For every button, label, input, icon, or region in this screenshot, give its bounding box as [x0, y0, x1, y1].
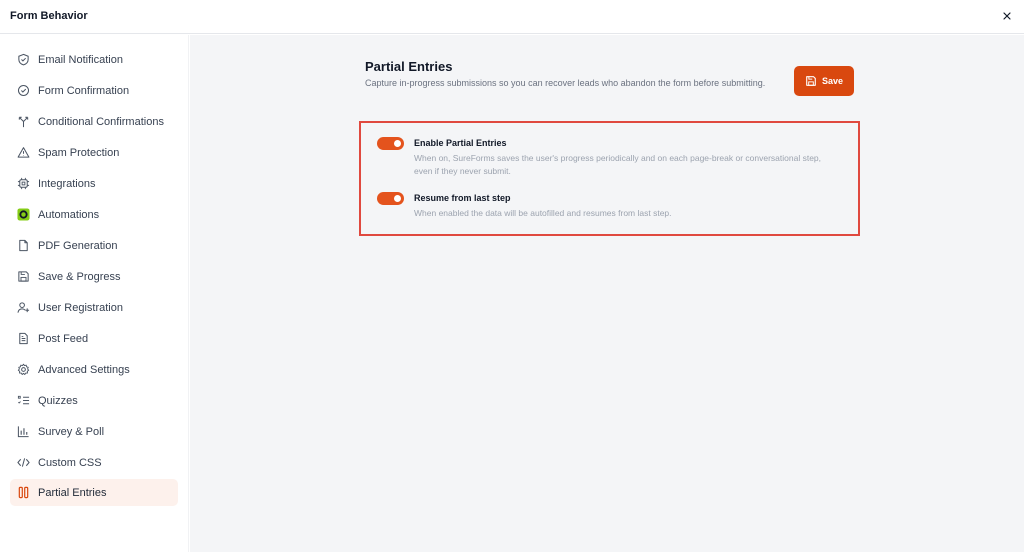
floppy-icon [16, 270, 30, 284]
window-title: Form Behavior [10, 10, 88, 22]
close-button[interactable] [998, 7, 1016, 25]
main-panel: Partial Entries Capture in-progress subm… [190, 35, 1024, 552]
sidebar-item-advanced-settings[interactable]: Advanced Settings [10, 356, 178, 383]
sidebar-item-pdf-generation[interactable]: PDF Generation [10, 232, 178, 259]
sidebar-item-label: Partial Entries [38, 486, 107, 499]
setting-description: When enabled the data will be autofilled… [414, 208, 672, 218]
setting-label: Enable Partial Entries [414, 138, 507, 148]
sidebar-item-email-notification[interactable]: Email Notification [10, 46, 178, 73]
sidebar-item-label: Spam Protection [38, 146, 120, 159]
shield-check-icon [16, 53, 30, 67]
sidebar-item-label: Save & Progress [38, 270, 121, 283]
sidebar-item-quizzes[interactable]: Quizzes [10, 387, 178, 414]
sidebar-item-label: PDF Generation [38, 239, 118, 252]
page-title: Partial Entries [365, 59, 453, 74]
file-icon [16, 239, 30, 253]
user-plus-icon [16, 301, 30, 315]
sidebar-item-label: Integrations [38, 177, 96, 190]
page-description: Capture in-progress submissions so you c… [365, 78, 766, 88]
automation-logo-icon [16, 208, 30, 222]
close-icon [1003, 12, 1011, 20]
code-icon [16, 456, 30, 470]
sidebar-item-label: Survey & Poll [38, 425, 105, 438]
sidebar-item-integrations[interactable]: Integrations [10, 170, 178, 197]
setting-description: When on, SureForms saves the user's prog… [414, 153, 822, 176]
chip-icon [16, 177, 30, 191]
sidebar-item-user-registration[interactable]: User Registration [10, 294, 178, 321]
gear-icon [16, 363, 30, 377]
sidebar-item-form-confirmation[interactable]: Form Confirmation [10, 77, 178, 104]
sidebar-item-custom-css[interactable]: Custom CSS [10, 449, 178, 476]
enable-partial-entries-toggle[interactable] [377, 137, 404, 150]
sidebar-item-label: Conditional Confirmations [38, 115, 164, 128]
sidebar-item-label: User Registration [38, 301, 123, 314]
partial-entries-settings-card: Enable Partial Entries When on, SureForm… [359, 121, 860, 236]
sidebar-nav: Email Notification Form Confirmation Con… [0, 35, 189, 552]
branch-icon [16, 115, 30, 129]
sidebar-item-label: Form Confirmation [38, 84, 130, 97]
save-button-label: Save [821, 76, 844, 86]
list-numbered-icon [16, 394, 30, 408]
bar-chart-icon [16, 425, 30, 439]
window-header: Form Behavior [0, 0, 1024, 34]
save-button[interactable]: Save [794, 66, 854, 96]
document-icon [16, 332, 30, 346]
sidebar-item-post-feed[interactable]: Post Feed [10, 325, 178, 352]
save-icon [806, 76, 816, 86]
toggle-knob [394, 195, 401, 202]
sidebar-item-label: Email Notification [38, 53, 123, 66]
sidebar-item-save-progress[interactable]: Save & Progress [10, 263, 178, 290]
sidebar-item-partial-entries[interactable]: Partial Entries [10, 479, 178, 506]
partial-entries-icon [16, 486, 30, 500]
setting-label: Resume from last step [414, 193, 511, 203]
sidebar-item-label: Custom CSS [38, 456, 102, 469]
warning-triangle-icon [16, 146, 30, 160]
circle-check-icon [16, 84, 30, 98]
sidebar-item-survey-poll[interactable]: Survey & Poll [10, 418, 178, 445]
sidebar-item-conditional-confirmations[interactable]: Conditional Confirmations [10, 108, 178, 135]
sidebar-item-label: Automations [38, 208, 100, 221]
toggle-knob [394, 140, 401, 147]
sidebar-item-label: Quizzes [38, 394, 78, 407]
sidebar-item-label: Advanced Settings [38, 363, 130, 376]
resume-from-last-step-toggle[interactable] [377, 192, 404, 205]
sidebar-item-spam-protection[interactable]: Spam Protection [10, 139, 178, 166]
sidebar-item-label: Post Feed [38, 332, 89, 345]
sidebar-item-automations[interactable]: Automations [10, 201, 178, 228]
